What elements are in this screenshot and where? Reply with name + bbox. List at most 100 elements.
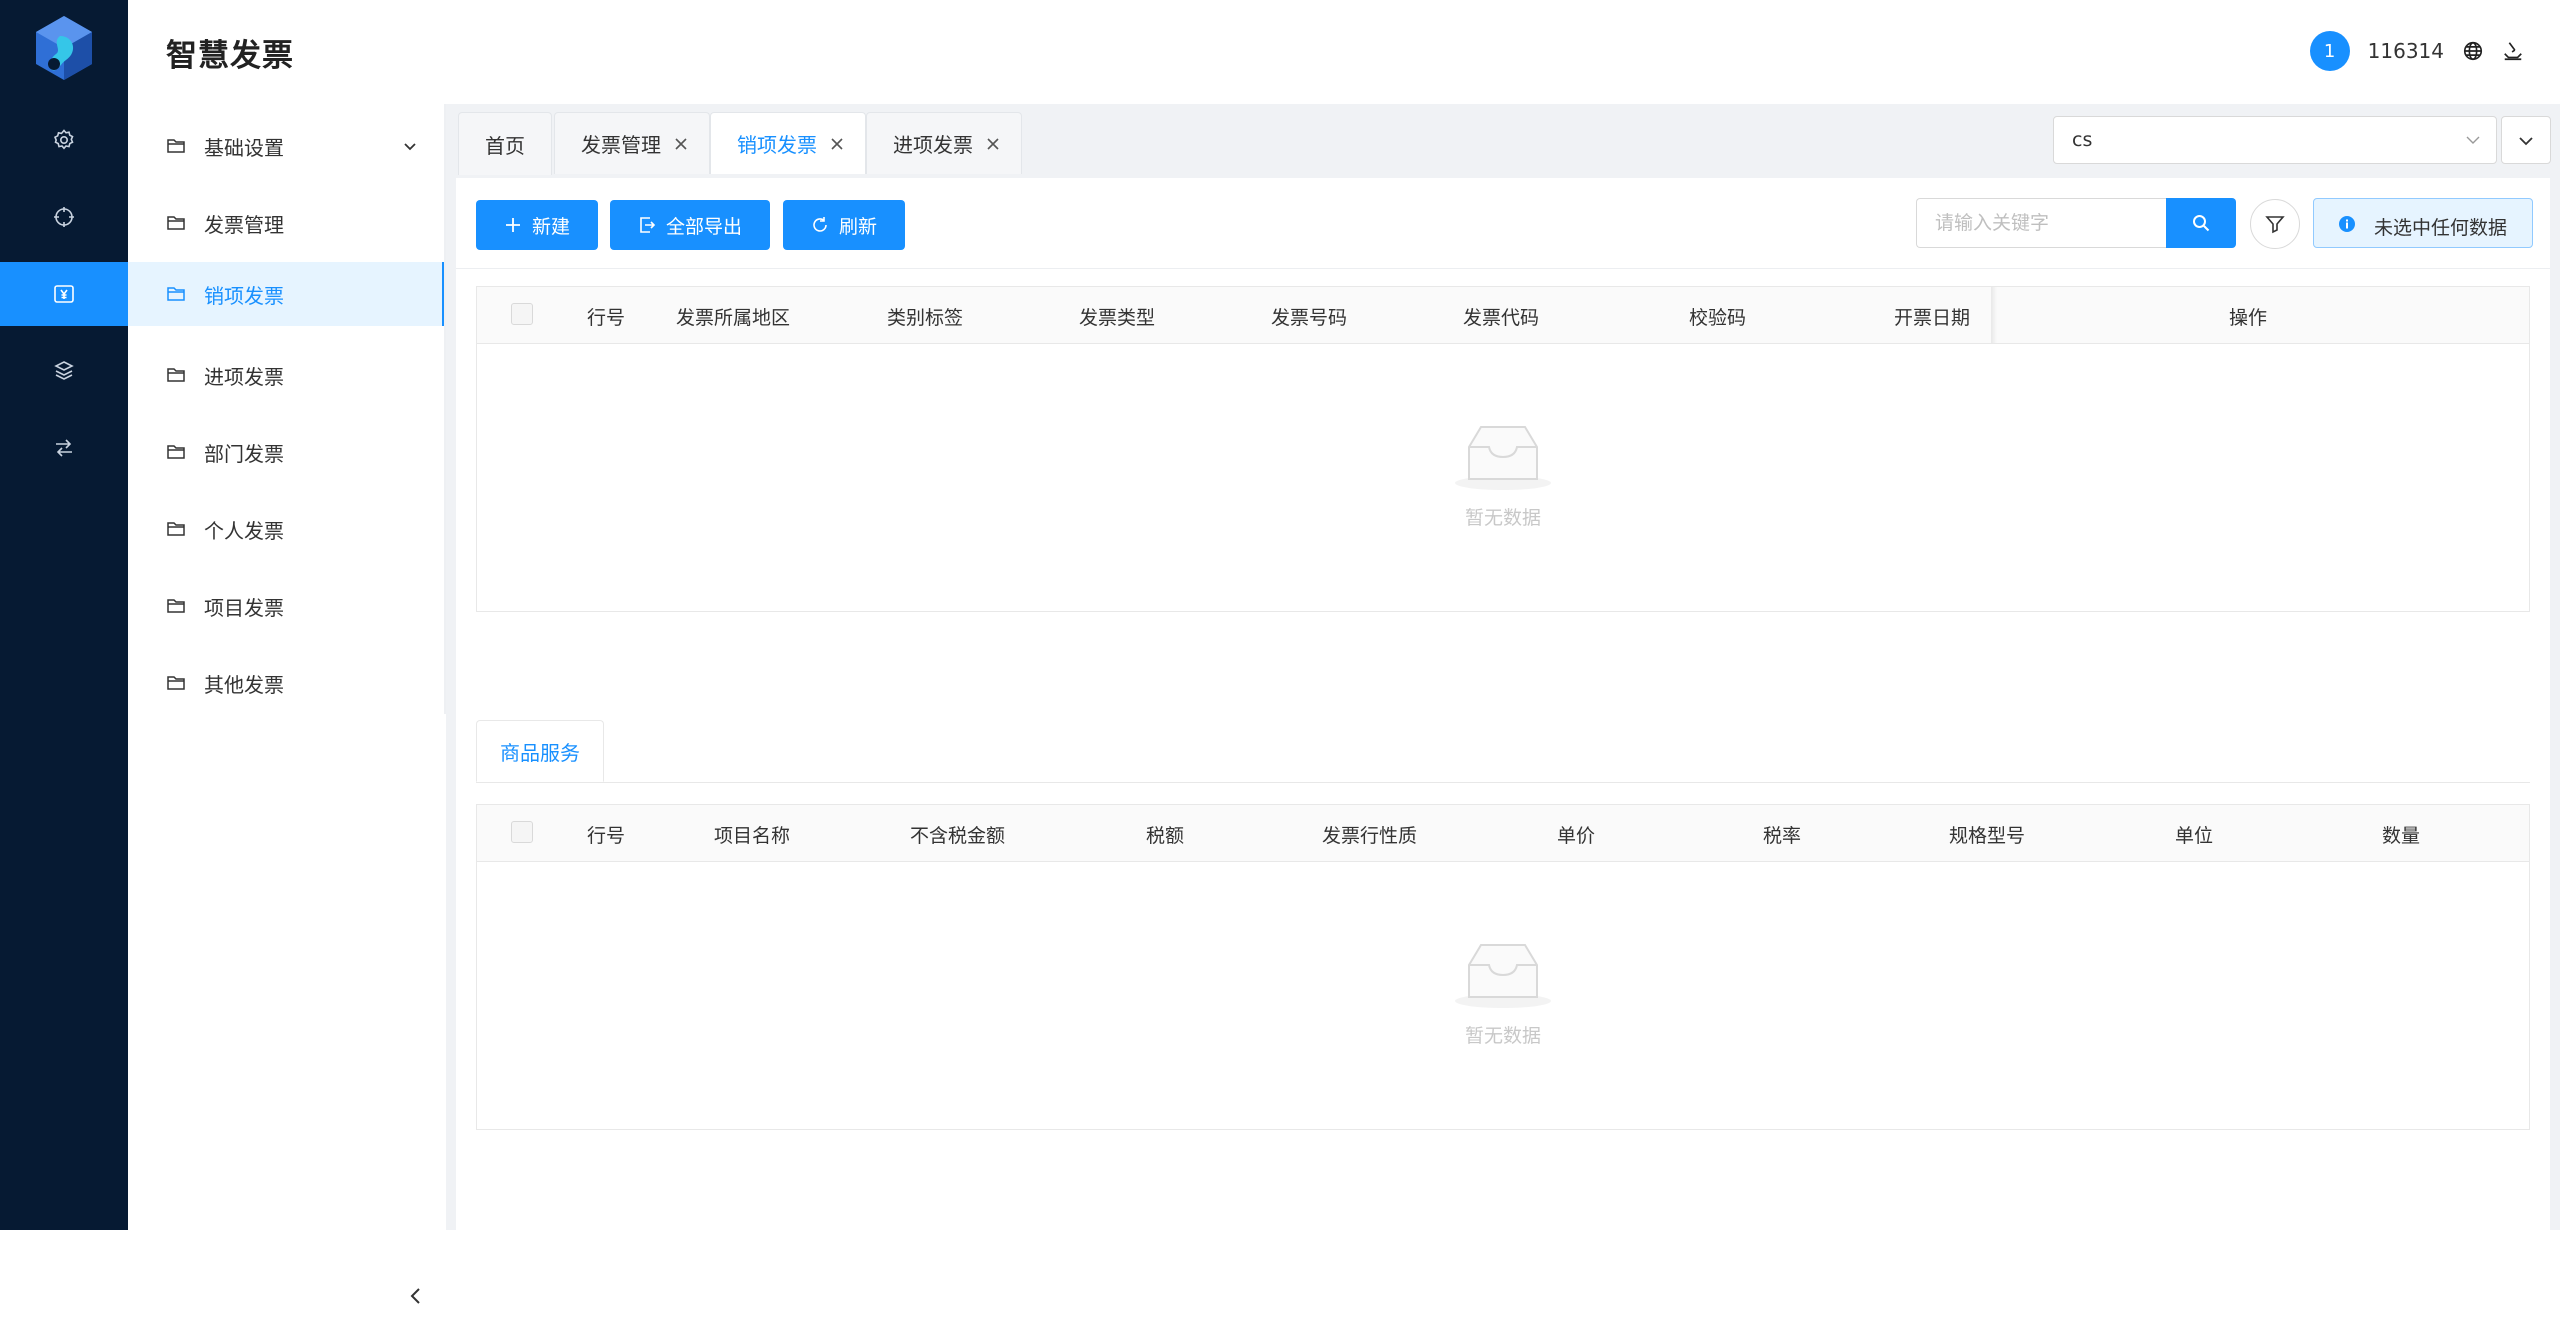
chevron-down-icon xyxy=(2519,137,2533,146)
chevron-down-icon xyxy=(2466,136,2480,144)
sidebar-item-label: 基础设置 xyxy=(204,135,284,160)
tab-label: 销项发票 xyxy=(737,133,817,157)
column-header[interactable]: 行号 xyxy=(587,303,625,330)
app-title: 智慧发票 xyxy=(166,38,294,74)
table-header: 行号 发票所属地区 类别标签 发票类型 发票号码 发票代码 校验码 开票日期 操… xyxy=(477,287,2529,344)
refresh-button[interactable]: 刷新 xyxy=(783,200,905,250)
tab-label: 首页 xyxy=(485,133,525,158)
column-header[interactable]: 税率 xyxy=(1763,821,1801,848)
sidebar-item-basic-settings[interactable]: 基础设置 xyxy=(128,114,446,178)
goods-services-table: 行号 项目名称 不含税金额 税额 发票行性质 单价 税率 规格型号 单位 数量 … xyxy=(476,804,2530,1130)
detail-tabs: 商品服务 xyxy=(476,720,2530,783)
column-header[interactable]: 类别标签 xyxy=(887,303,963,330)
folder-icon xyxy=(167,676,185,690)
fixed-column-divider xyxy=(1991,287,1997,343)
company-select-value: cs xyxy=(2072,129,2093,151)
sidebar-item-label: 个人发票 xyxy=(204,518,284,543)
column-header[interactable]: 发票行性质 xyxy=(1322,821,1417,848)
close-icon[interactable] xyxy=(673,136,689,152)
filter-icon xyxy=(2265,216,2285,234)
column-header[interactable]: 操作 xyxy=(2229,303,2267,330)
sidebar: 基础设置 发票管理 销项发票 进项发票 部门发票 个人发票 项目发票 其他发票 xyxy=(128,104,446,1304)
sidebar-item-project-invoice[interactable]: 项目发票 xyxy=(128,574,446,638)
gear-icon xyxy=(53,129,74,150)
collapse-sidebar-icon[interactable] xyxy=(404,1284,428,1308)
column-header[interactable]: 发票代码 xyxy=(1463,303,1539,330)
plus-icon xyxy=(505,218,520,232)
sales-invoice-table: 行号 发票所属地区 类别标签 发票类型 发票号码 发票代码 校验码 开票日期 操… xyxy=(476,286,2530,612)
filter-button[interactable] xyxy=(2250,199,2300,249)
empty-inbox-icon xyxy=(1455,426,1551,490)
rail-invoice-button[interactable] xyxy=(0,262,128,326)
folder-icon xyxy=(167,139,185,153)
chevron-down-icon xyxy=(404,143,416,151)
empty-text: 暂无数据 xyxy=(1464,1025,1541,1047)
sidebar-item-label: 部门发票 xyxy=(204,441,284,466)
rail-settings-button[interactable] xyxy=(0,108,128,172)
tabs-dropdown-button[interactable] xyxy=(2501,116,2551,164)
globe-icon xyxy=(2463,41,2483,61)
export-all-button[interactable]: 全部导出 xyxy=(610,200,770,250)
toolbar-divider xyxy=(456,268,2550,269)
content-area: 首页 发票管理 销项发票 进项发票 cs 新建 全部导出 刷新 请输入关键字 未… xyxy=(446,104,2560,1326)
column-header[interactable]: 不含税金额 xyxy=(910,821,1005,848)
search-button[interactable] xyxy=(2166,198,2236,248)
sidebar-item-department-invoice[interactable]: 部门发票 xyxy=(128,420,446,484)
column-header[interactable]: 发票号码 xyxy=(1271,303,1347,330)
close-icon[interactable] xyxy=(985,136,1001,152)
icon-rail xyxy=(0,0,128,1230)
sidebar-item-purchase-invoice[interactable]: 进项发票 xyxy=(128,343,446,407)
rail-target-button[interactable] xyxy=(0,185,128,249)
sidebar-item-other-invoice[interactable]: 其他发票 xyxy=(128,651,446,715)
sidebar-item-sales-invoice[interactable]: 销项发票 xyxy=(128,262,446,326)
logout-button[interactable] xyxy=(2502,40,2524,62)
new-button[interactable]: 新建 xyxy=(476,200,598,250)
column-header[interactable]: 规格型号 xyxy=(1949,821,2025,848)
column-header[interactable]: 行号 xyxy=(587,821,625,848)
sidebar-item-label: 其他发票 xyxy=(204,672,284,697)
tab-label: 发票管理 xyxy=(581,133,661,157)
language-button[interactable] xyxy=(2462,40,2484,62)
company-select[interactable]: cs xyxy=(2053,116,2497,164)
selection-status-badge: 未选中任何数据 xyxy=(2313,198,2533,248)
column-header[interactable]: 发票所属地区 xyxy=(676,303,790,330)
sidebar-item-invoice-management[interactable]: 发票管理 xyxy=(128,191,446,255)
transfer-icon xyxy=(56,439,72,457)
close-icon[interactable] xyxy=(829,136,845,152)
tab-goods-services[interactable]: 商品服务 xyxy=(476,720,604,782)
sidebar-item-label: 项目发票 xyxy=(204,595,284,620)
refresh-icon xyxy=(813,217,827,232)
tab-sales-invoice[interactable]: 销项发票 xyxy=(710,112,866,174)
avatar[interactable]: 1 xyxy=(2309,31,2350,71)
select-all-checkbox[interactable] xyxy=(511,303,533,325)
column-header[interactable]: 单价 xyxy=(1557,821,1595,848)
select-all-checkbox[interactable] xyxy=(511,821,533,843)
new-button-label: 新建 xyxy=(531,215,570,238)
folder-icon xyxy=(167,368,185,382)
tab-purchase-invoice[interactable]: 进项发票 xyxy=(866,112,1022,174)
column-header[interactable]: 单位 xyxy=(2175,821,2213,848)
table-header: 行号 项目名称 不含税金额 税额 发票行性质 单价 税率 规格型号 单位 数量 xyxy=(477,805,2529,862)
user-id[interactable]: 116314 xyxy=(2368,39,2444,63)
sidebar-item-personal-invoice[interactable]: 个人发票 xyxy=(128,497,446,561)
tab-invoice-management[interactable]: 发票管理 xyxy=(554,112,710,174)
rail-transfer-button[interactable] xyxy=(0,416,128,480)
selection-status-text: 未选中任何数据 xyxy=(2374,217,2508,239)
empty-inbox-icon xyxy=(1455,944,1551,1008)
folder-icon xyxy=(167,287,185,301)
column-header[interactable]: 税额 xyxy=(1146,821,1184,848)
tab-home[interactable]: 首页 xyxy=(458,112,552,175)
folder-icon xyxy=(167,522,185,536)
rail-layers-button[interactable] xyxy=(0,339,128,403)
column-header[interactable]: 发票类型 xyxy=(1079,303,1155,330)
search-input[interactable] xyxy=(1916,198,2166,248)
column-header[interactable]: 校验码 xyxy=(1689,303,1746,330)
export-all-button-label: 全部导出 xyxy=(665,215,742,238)
tab-label: 进项发票 xyxy=(893,133,973,157)
column-header[interactable]: 开票日期 xyxy=(1894,303,1970,330)
empty-text: 暂无数据 xyxy=(1464,507,1541,529)
column-header[interactable]: 数量 xyxy=(2382,821,2420,848)
folder-icon xyxy=(167,216,185,230)
column-header[interactable]: 项目名称 xyxy=(714,821,790,848)
folder-icon xyxy=(167,445,185,459)
